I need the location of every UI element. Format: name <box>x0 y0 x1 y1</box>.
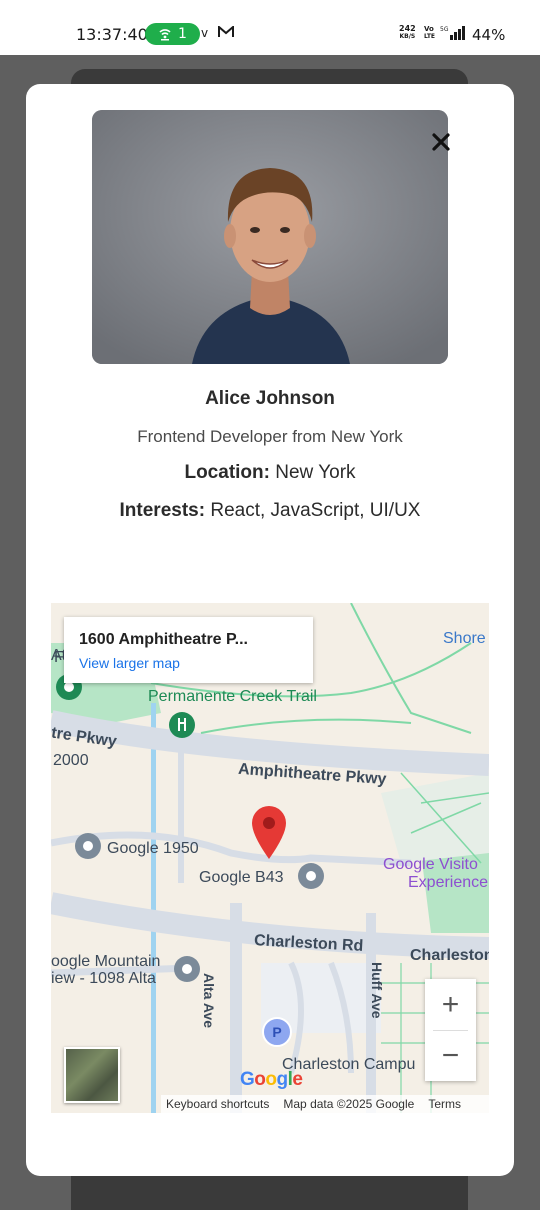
map-info-box: 1600 Amphitheatre P... View larger map <box>64 617 313 683</box>
map-label-mountain-1: oogle Mountain <box>51 953 161 970</box>
profile-photo-illustration <box>92 110 448 364</box>
interests-value: React, JavaScript, UI/UX <box>210 500 421 521</box>
volte-bottom: LTE <box>424 33 436 40</box>
hotspot-count: 1 <box>178 26 187 42</box>
background-card-bottom <box>71 1170 468 1210</box>
keyboard-shortcuts-link[interactable]: Keyboard shortcuts <box>166 1097 269 1111</box>
map-label-alta-ave: Alta Ave <box>201 973 217 1028</box>
hotspot-icon <box>159 29 171 41</box>
profile-name: Alice Johnson <box>205 388 335 409</box>
map-label-huff-ave: Huff Ave <box>369 962 385 1019</box>
volte-top: Vo <box>424 25 434 33</box>
network-type: 5G <box>440 26 449 33</box>
zoom-out-button[interactable]: − <box>425 1030 476 1081</box>
volte-icon: Vo LTE <box>424 25 435 41</box>
hotspot-badge: 1 <box>145 23 200 45</box>
map-label-charleston-right: Charleston <box>410 947 489 964</box>
embedded-map[interactable]: P Shore Permanente Creek Trail tre Pkwy … <box>51 603 489 1113</box>
gmail-icon <box>218 26 234 37</box>
google-logo: Google <box>240 1069 303 1090</box>
network-speed: 242 KB/S <box>399 25 416 41</box>
location-label: Location: <box>184 462 270 483</box>
trail-marker-icon[interactable] <box>169 712 195 738</box>
status-time: 13:37:40 <box>76 25 148 44</box>
battery-percent: 44% <box>472 26 506 44</box>
place-marker-google-mountain[interactable] <box>174 956 200 982</box>
map-label-google-1950: Google 1950 <box>107 840 199 857</box>
map-label-google-b43: Google B43 <box>199 869 284 886</box>
map-label-mountain-2: iew - 1098 Alta <box>51 970 156 987</box>
close-icon[interactable] <box>428 129 454 155</box>
profile-interests: Interests: React, JavaScript, UI/UX <box>26 500 514 522</box>
parking-icon[interactable]: P <box>262 1017 292 1047</box>
speed-unit: KB/S <box>399 33 416 40</box>
place-marker-google-b43[interactable] <box>298 863 324 889</box>
map-label-shore: Shore <box>443 630 486 647</box>
map-label-2000: 2000 <box>53 752 89 769</box>
map-label-visitor-2: Experience <box>408 874 489 891</box>
carrier-v-icon: v <box>201 26 209 40</box>
map-zoom-controls: + − <box>425 979 476 1081</box>
view-larger-map-link[interactable]: View larger map <box>79 655 180 671</box>
status-bar: 13:37:40 1 v 242 KB/S Vo LTE 5G 44% <box>0 0 540 55</box>
profile-modal: Alice Johnson Frontend Developer from Ne… <box>26 84 514 1176</box>
place-marker-google-1950[interactable] <box>75 833 101 859</box>
map-place-title: 1600 Amphitheatre P... <box>79 631 248 648</box>
location-value: New York <box>275 462 356 483</box>
map-label-visitor-1: Google Visito <box>383 856 478 873</box>
map-attribution: Keyboard shortcuts Map data ©2025 Google… <box>161 1095 489 1113</box>
map-label-permanente: Permanente Creek Trail <box>148 688 317 705</box>
map-data-text: Map data ©2025 Google <box>283 1097 415 1111</box>
profile-photo <box>92 110 448 364</box>
signal-icon: 5G <box>440 26 465 40</box>
map-label-f: F <box>54 649 64 666</box>
terms-link[interactable]: Terms <box>428 1097 461 1111</box>
svg-text:P: P <box>272 1024 281 1040</box>
profile-location: Location: New York <box>26 462 514 484</box>
interests-label: Interests: <box>119 500 206 521</box>
speed-value: 242 <box>399 24 416 33</box>
profile-description: Frontend Developer from New York <box>137 427 403 446</box>
zoom-in-button[interactable]: + <box>425 979 476 1030</box>
satellite-toggle-button[interactable] <box>64 1047 120 1103</box>
